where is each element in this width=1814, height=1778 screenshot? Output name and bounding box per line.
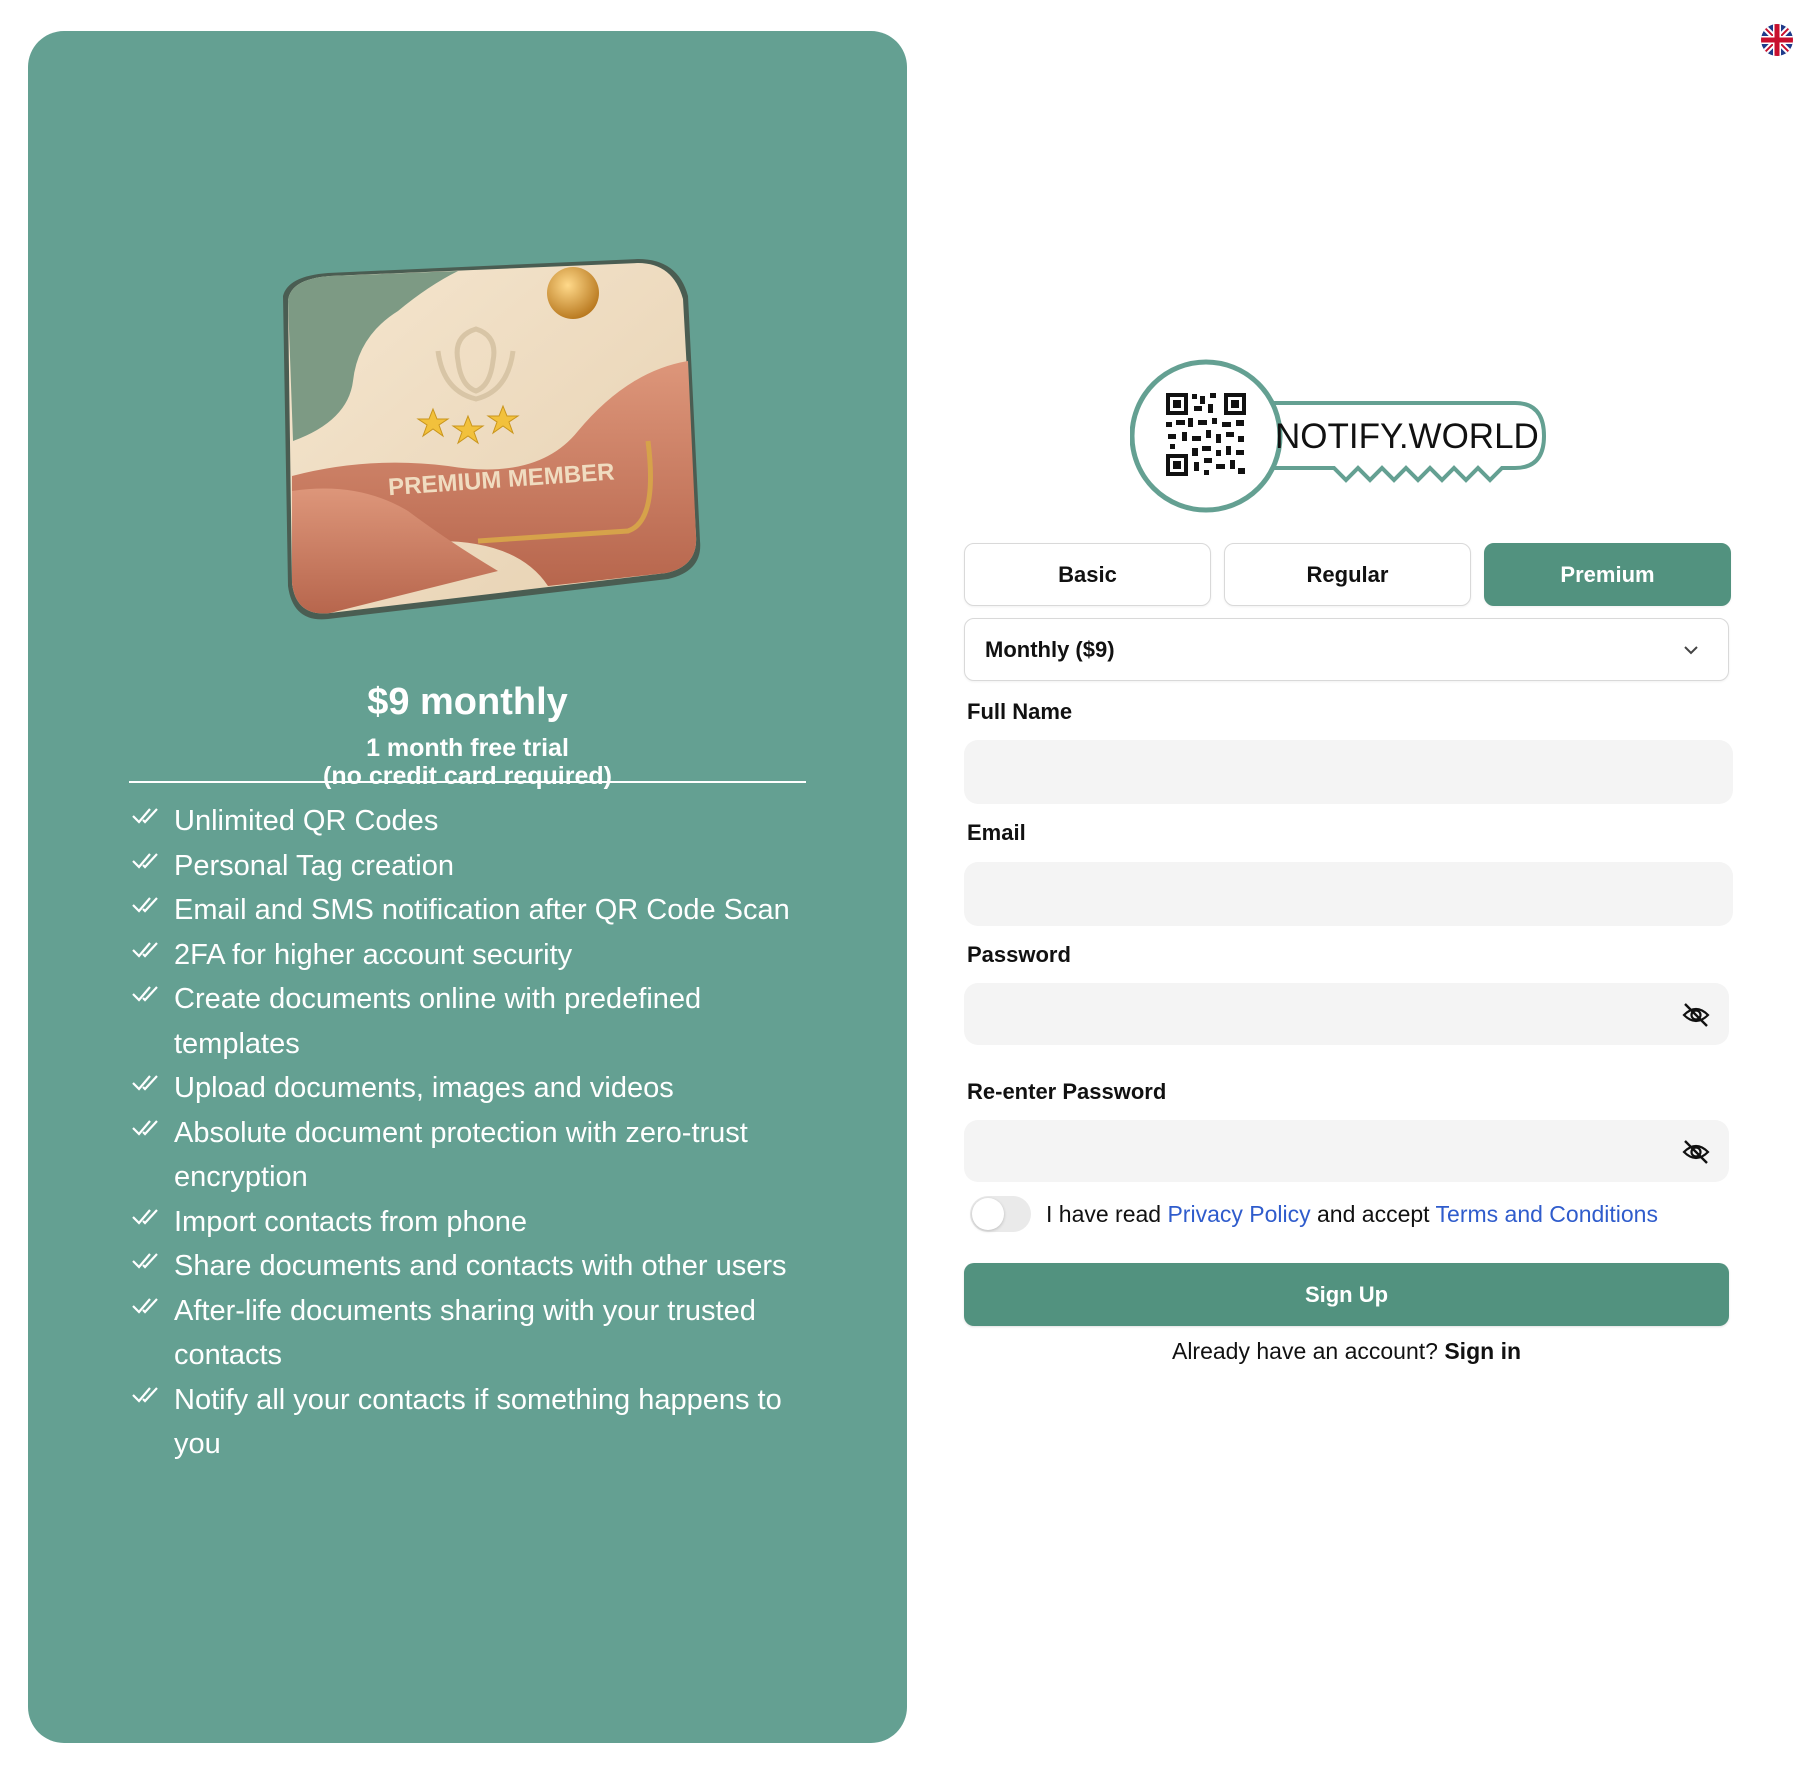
email-label: Email (967, 820, 1026, 845)
feature-item: Email and SMS notification after QR Code… (131, 888, 831, 933)
trial-line-1: 1 month free trial (366, 734, 569, 762)
double-check-icon (132, 1119, 158, 1136)
double-check-icon (132, 808, 158, 824)
consent-toggle[interactable] (970, 1196, 1031, 1232)
feature-text: Upload documents, images and videos (174, 1072, 674, 1104)
double-check-icon (132, 986, 158, 1002)
consent-text: I have read Privacy Policy and accept Te… (1046, 1199, 1658, 1229)
uk-flag-icon[interactable] (1761, 24, 1793, 56)
billing-period-select[interactable]: Monthly ($9) (964, 618, 1729, 681)
feature-item: Import contacts from phone (131, 1200, 831, 1245)
tab-premium[interactable]: Premium (1484, 543, 1731, 606)
double-check-icon (132, 1075, 158, 1091)
feature-item: Personal Tag creation (131, 844, 831, 889)
eye-off-icon[interactable] (1681, 1137, 1711, 1167)
double-check-icon (132, 1386, 158, 1403)
password-field[interactable] (964, 983, 1729, 1045)
plan-tabs: Basic Regular Premium (964, 543, 1731, 606)
premium-member-card-image: PREMIUM MEMBER (283, 259, 701, 620)
feature-text: Unlimited QR Codes (174, 805, 439, 837)
trial-line-2: (no credit card required) (323, 762, 612, 790)
feature-item: Absolute document protection with zero-t… (131, 1111, 831, 1200)
password-label: Password (967, 942, 1071, 967)
notify-world-logo: NOTIFY.WORLD (1130, 359, 1547, 513)
double-check-icon (132, 1297, 158, 1314)
eye-off-icon[interactable] (1681, 1000, 1711, 1030)
reenter-password-label: Re-enter Password (967, 1079, 1167, 1104)
sign-up-button[interactable]: Sign Up (964, 1263, 1729, 1326)
feature-text: 2FA for higher account security (174, 938, 573, 971)
double-check-icon (132, 1253, 158, 1269)
feature-item: After-life documents sharing with your t… (131, 1289, 831, 1378)
billing-period-value: Monthly ($9) (985, 637, 1115, 662)
feature-text: Share documents and contacts with other … (174, 1250, 787, 1282)
terms-link[interactable]: Terms and Conditions (1436, 1201, 1658, 1227)
email-field[interactable] (964, 862, 1733, 926)
feature-item: Create documents online with predefined … (131, 977, 831, 1066)
reenter-password-field[interactable] (964, 1120, 1729, 1182)
feature-item: Unlimited QR Codes (131, 799, 831, 844)
privacy-policy-link[interactable]: Privacy Policy (1167, 1201, 1310, 1227)
double-check-icon (132, 897, 158, 913)
consent-middle: and accept (1310, 1201, 1436, 1227)
full-name-field[interactable] (964, 740, 1733, 804)
double-check-icon (132, 852, 158, 869)
tab-regular[interactable]: Regular (1224, 543, 1471, 606)
divider (129, 781, 806, 783)
have-account-text: Already have an account? (1171, 1338, 1445, 1364)
feature-text: Create documents online with predefined … (174, 983, 702, 1060)
feature-text: Personal Tag creation (174, 849, 454, 882)
feature-item: Notify all your contacts if something ha… (131, 1378, 831, 1467)
plan-price: $9 monthly (367, 681, 568, 723)
consent-prefix: I have read (1046, 1201, 1168, 1227)
feature-list: Unlimited QR Codes Personal Tag creation… (131, 799, 831, 1467)
plan-summary-panel: PREMIUM MEMBER $9 monthly 1 month free t… (28, 31, 907, 1743)
signin-prompt: Already have an account? Sign in (964, 1338, 1729, 1365)
double-check-icon (132, 1208, 158, 1225)
logo-text: NOTIFY.WORLD (1275, 417, 1539, 456)
chevron-down-icon (1684, 646, 1698, 655)
feature-item: Share documents and contacts with other … (131, 1244, 831, 1289)
feature-text: Absolute document protection with zero-t… (174, 1116, 748, 1194)
full-name-label: Full Name (967, 699, 1073, 724)
feature-item: Upload documents, images and videos (131, 1066, 831, 1111)
sign-in-link[interactable]: Sign in (1444, 1338, 1521, 1364)
feature-text: After-life documents sharing with your t… (174, 1294, 756, 1372)
feature-text: Email and SMS notification after QR Code… (174, 894, 790, 926)
feature-text: Import contacts from phone (174, 1205, 527, 1238)
double-check-icon (132, 941, 158, 958)
feature-text: Notify all your contacts if something ha… (174, 1383, 782, 1461)
toggle-knob (972, 1198, 1004, 1230)
feature-item: 2FA for higher account security (131, 933, 831, 978)
tab-basic[interactable]: Basic (964, 543, 1211, 606)
